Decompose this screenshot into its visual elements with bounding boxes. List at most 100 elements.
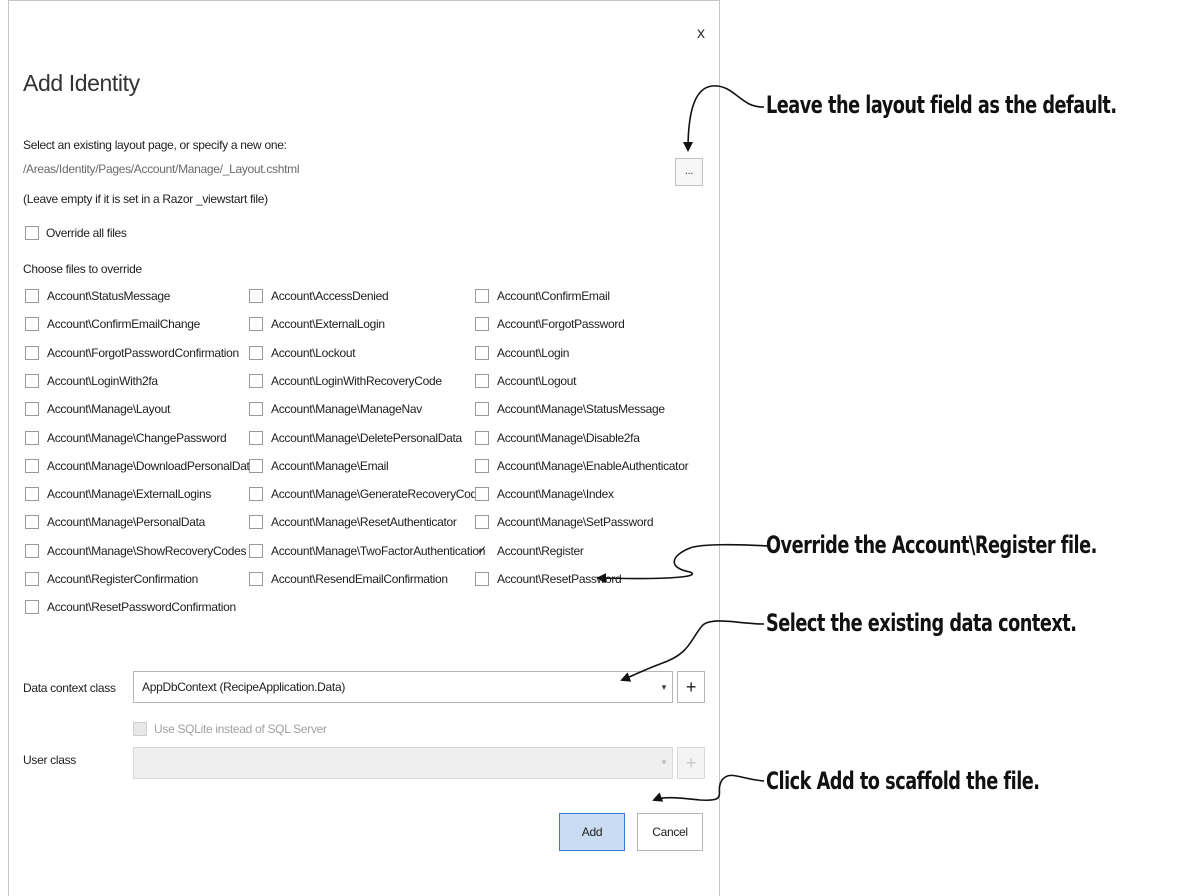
checkbox-box[interactable] <box>25 289 39 303</box>
add-data-context-button[interactable]: + <box>677 671 705 703</box>
checkbox-box[interactable] <box>25 226 39 240</box>
checkbox-box[interactable] <box>25 317 39 332</box>
layout-path-input[interactable] <box>23 162 623 176</box>
file-override-item[interactable]: Account\ConfirmEmailChange <box>25 317 200 332</box>
chevron-down-icon: ▾ <box>661 682 667 692</box>
file-override-item[interactable]: Account\LoginWith2fa <box>25 373 158 388</box>
checkbox-box[interactable] <box>25 373 39 388</box>
file-override-item[interactable]: Account\ExternalLogin <box>249 317 385 332</box>
checkbox-box[interactable] <box>475 515 489 530</box>
file-override-item[interactable]: Account\Manage\PersonalData <box>25 515 205 530</box>
checkbox-box[interactable] <box>25 543 39 558</box>
file-override-item[interactable]: Account\Manage\EnableAuthenticator <box>475 458 689 473</box>
file-override-item[interactable]: Account\AccessDenied <box>249 289 389 303</box>
file-override-item[interactable]: Account\StatusMessage <box>25 289 170 303</box>
file-override-item[interactable]: Account\Manage\Layout <box>25 402 170 417</box>
file-override-item[interactable]: Account\Manage\SetPassword <box>475 515 654 530</box>
checkbox-box[interactable] <box>133 722 147 736</box>
file-override-item[interactable]: Account\Manage\ManageNav <box>249 402 422 417</box>
file-override-label: Account\Manage\Index <box>497 487 614 502</box>
override-all-label: Override all files <box>46 226 127 240</box>
user-class-dropdown[interactable]: ▾ <box>133 747 673 779</box>
data-context-label: Data context class <box>23 681 116 695</box>
checkbox-box[interactable] <box>475 317 489 332</box>
file-override-item[interactable]: Account\ForgotPasswordConfirmation <box>25 345 239 360</box>
file-override-label: Account\ResetPassword <box>497 572 622 586</box>
checkbox-box[interactable] <box>249 458 263 473</box>
file-override-label: Account\ConfirmEmailChange <box>47 317 200 332</box>
checkbox-box[interactable] <box>249 289 263 303</box>
checkbox-box[interactable] <box>475 458 489 473</box>
data-context-dropdown[interactable]: AppDbContext (RecipeApplication.Data) ▾ <box>133 671 673 703</box>
checkbox-box[interactable] <box>475 289 489 303</box>
use-sqlite-checkbox[interactable]: Use SQLite instead of SQL Server <box>133 722 327 736</box>
checkbox-box[interactable] <box>25 458 39 473</box>
file-override-item[interactable]: Account\Manage\GenerateRecoveryCodes <box>249 487 489 502</box>
file-override-label: Account\Manage\DeletePersonalData <box>271 430 462 445</box>
file-override-item[interactable]: Account\Lockout <box>249 345 356 360</box>
add-button[interactable]: Add <box>559 813 625 851</box>
checkbox-box[interactable] <box>475 402 489 417</box>
file-override-item[interactable]: Account\Manage\ChangePassword <box>25 430 227 445</box>
data-context-value: AppDbContext (RecipeApplication.Data) <box>142 680 346 694</box>
file-override-item[interactable]: Account\Manage\ResetAuthenticator <box>249 515 457 530</box>
checkbox-box[interactable] <box>475 373 489 388</box>
file-override-item[interactable]: Account\Manage\Email <box>249 458 389 473</box>
use-sqlite-label: Use SQLite instead of SQL Server <box>154 722 327 736</box>
checkbox-box[interactable] <box>249 487 263 502</box>
checkbox-box[interactable] <box>25 515 39 530</box>
checkbox-box[interactable] <box>475 572 489 586</box>
checkbox-box[interactable] <box>25 600 39 615</box>
file-override-item[interactable]: Account\ConfirmEmail <box>475 289 610 303</box>
checkbox-box[interactable] <box>249 402 263 417</box>
checkbox-box[interactable] <box>249 572 263 586</box>
file-override-label: Account\Manage\DownloadPersonalData <box>47 458 256 473</box>
file-override-item[interactable]: Account\Manage\DownloadPersonalData <box>25 458 256 473</box>
file-override-item[interactable]: Account\Manage\Index <box>475 487 614 502</box>
file-override-item[interactable]: Account\LoginWithRecoveryCode <box>249 373 442 388</box>
browse-layout-button[interactable]: ... <box>675 158 703 186</box>
file-override-label: Account\ConfirmEmail <box>497 289 610 303</box>
checkbox-box[interactable] <box>25 572 39 586</box>
file-override-item[interactable]: Account\ResetPasswordConfirmation <box>25 600 236 615</box>
file-override-item[interactable]: Account\RegisterConfirmation <box>25 572 198 586</box>
checkbox-box[interactable] <box>25 487 39 502</box>
checkbox-box[interactable] <box>475 345 489 360</box>
checkbox-box[interactable] <box>25 402 39 417</box>
file-override-label: Account\Manage\ManageNav <box>271 402 422 417</box>
checkbox-box[interactable] <box>249 373 263 388</box>
file-override-item[interactable]: Account\Manage\ShowRecoveryCodes <box>25 543 246 558</box>
annotation-layout: Leave the layout field as the default. <box>766 91 1117 119</box>
checkbox-box[interactable] <box>25 345 39 360</box>
file-override-item[interactable]: Account\ResendEmailConfirmation <box>249 572 448 586</box>
file-override-item[interactable]: Account\Manage\DeletePersonalData <box>249 430 462 445</box>
file-override-label: Account\Manage\Disable2fa <box>497 430 640 445</box>
checkbox-box[interactable] <box>249 543 263 558</box>
add-user-class-button[interactable]: + <box>677 747 705 779</box>
file-override-item[interactable]: ✓ Account\Register <box>475 544 584 558</box>
override-all-checkbox[interactable]: Override all files <box>25 226 127 240</box>
file-override-item[interactable]: Account\Login <box>475 345 570 360</box>
file-override-label: Account\Login <box>497 345 570 360</box>
file-override-label: Account\Manage\GenerateRecoveryCodes <box>271 487 489 502</box>
file-override-item[interactable]: Account\ForgotPassword <box>475 317 625 332</box>
checkbox-box[interactable] <box>25 430 39 445</box>
checkbox-box[interactable] <box>249 317 263 332</box>
file-override-item[interactable]: Account\Manage\TwoFactorAuthentication <box>249 543 485 558</box>
checkbox-box[interactable] <box>249 430 263 445</box>
file-override-label: Account\Manage\ResetAuthenticator <box>271 515 457 530</box>
checkbox-box[interactable] <box>475 487 489 502</box>
file-override-item[interactable]: Account\ResetPassword <box>475 572 622 586</box>
checkbox-box[interactable] <box>249 515 263 530</box>
file-override-item[interactable]: Account\Logout <box>475 373 577 388</box>
annotation-context: Select the existing data context. <box>766 609 1077 637</box>
file-override-item[interactable]: Account\Manage\StatusMessage <box>475 402 665 417</box>
file-override-label: Account\RegisterConfirmation <box>47 572 199 586</box>
file-override-item[interactable]: Account\Manage\ExternalLogins <box>25 487 211 502</box>
checkbox-box[interactable] <box>475 430 489 445</box>
checkbox-box[interactable] <box>249 345 263 360</box>
close-icon[interactable]: x <box>697 25 705 43</box>
file-override-item[interactable]: Account\Manage\Disable2fa <box>475 430 640 445</box>
checkbox-checked[interactable]: ✓ <box>475 544 489 558</box>
cancel-button[interactable]: Cancel <box>637 813 703 851</box>
